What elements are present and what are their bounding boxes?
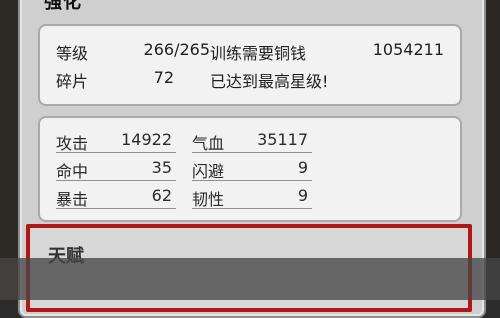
stat-row: 攻击 14922 [56, 128, 176, 153]
level-value: 266/265 [143, 40, 210, 59]
stat-value-attack: 14922 [121, 130, 172, 149]
stat-row: 气血 35117 [192, 128, 312, 153]
stat-value-toughness: 9 [297, 186, 308, 205]
level-label: 等级 [56, 44, 89, 63]
fragment-value: 72 [153, 68, 174, 87]
stat-label-hp: 气血 [192, 134, 225, 153]
stat-label-dodge: 闪避 [192, 162, 225, 181]
fragment-label: 碎片 [56, 72, 89, 91]
stat-label-attack: 攻击 [56, 134, 89, 153]
stat-value-hit: 35 [151, 158, 172, 177]
stat-value-dodge: 9 [297, 158, 308, 177]
attribute-stats-card: 攻击 14922 气血 35117 命中 35 闪避 9 暴击 62 韧性 9 [38, 116, 462, 222]
stat-label-crit: 暴击 [56, 190, 89, 209]
stat-row: 命中 35 [56, 156, 176, 181]
train-cost-label: 训练需要铜钱 [210, 44, 307, 63]
bottom-overlay [0, 258, 500, 300]
max-star-text: 已达到最高星级! [210, 72, 329, 91]
stat-row: 韧性 9 [192, 184, 312, 209]
stat-value-hp: 35117 [257, 130, 308, 149]
stat-value-crit: 62 [151, 186, 172, 205]
stat-row: 暴击 62 [56, 184, 176, 209]
level-info-card: 等级 266/265 碎片 72 训练需要铜钱 1054211 已达到最高星级! [38, 24, 462, 106]
panel-title: 强化 [44, 0, 82, 13]
train-cost-value: 1054211 [372, 40, 444, 59]
stat-label-hit: 命中 [56, 162, 89, 181]
background-left [0, 0, 18, 300]
stat-label-toughness: 韧性 [192, 190, 225, 209]
stat-row: 闪避 9 [192, 156, 312, 181]
